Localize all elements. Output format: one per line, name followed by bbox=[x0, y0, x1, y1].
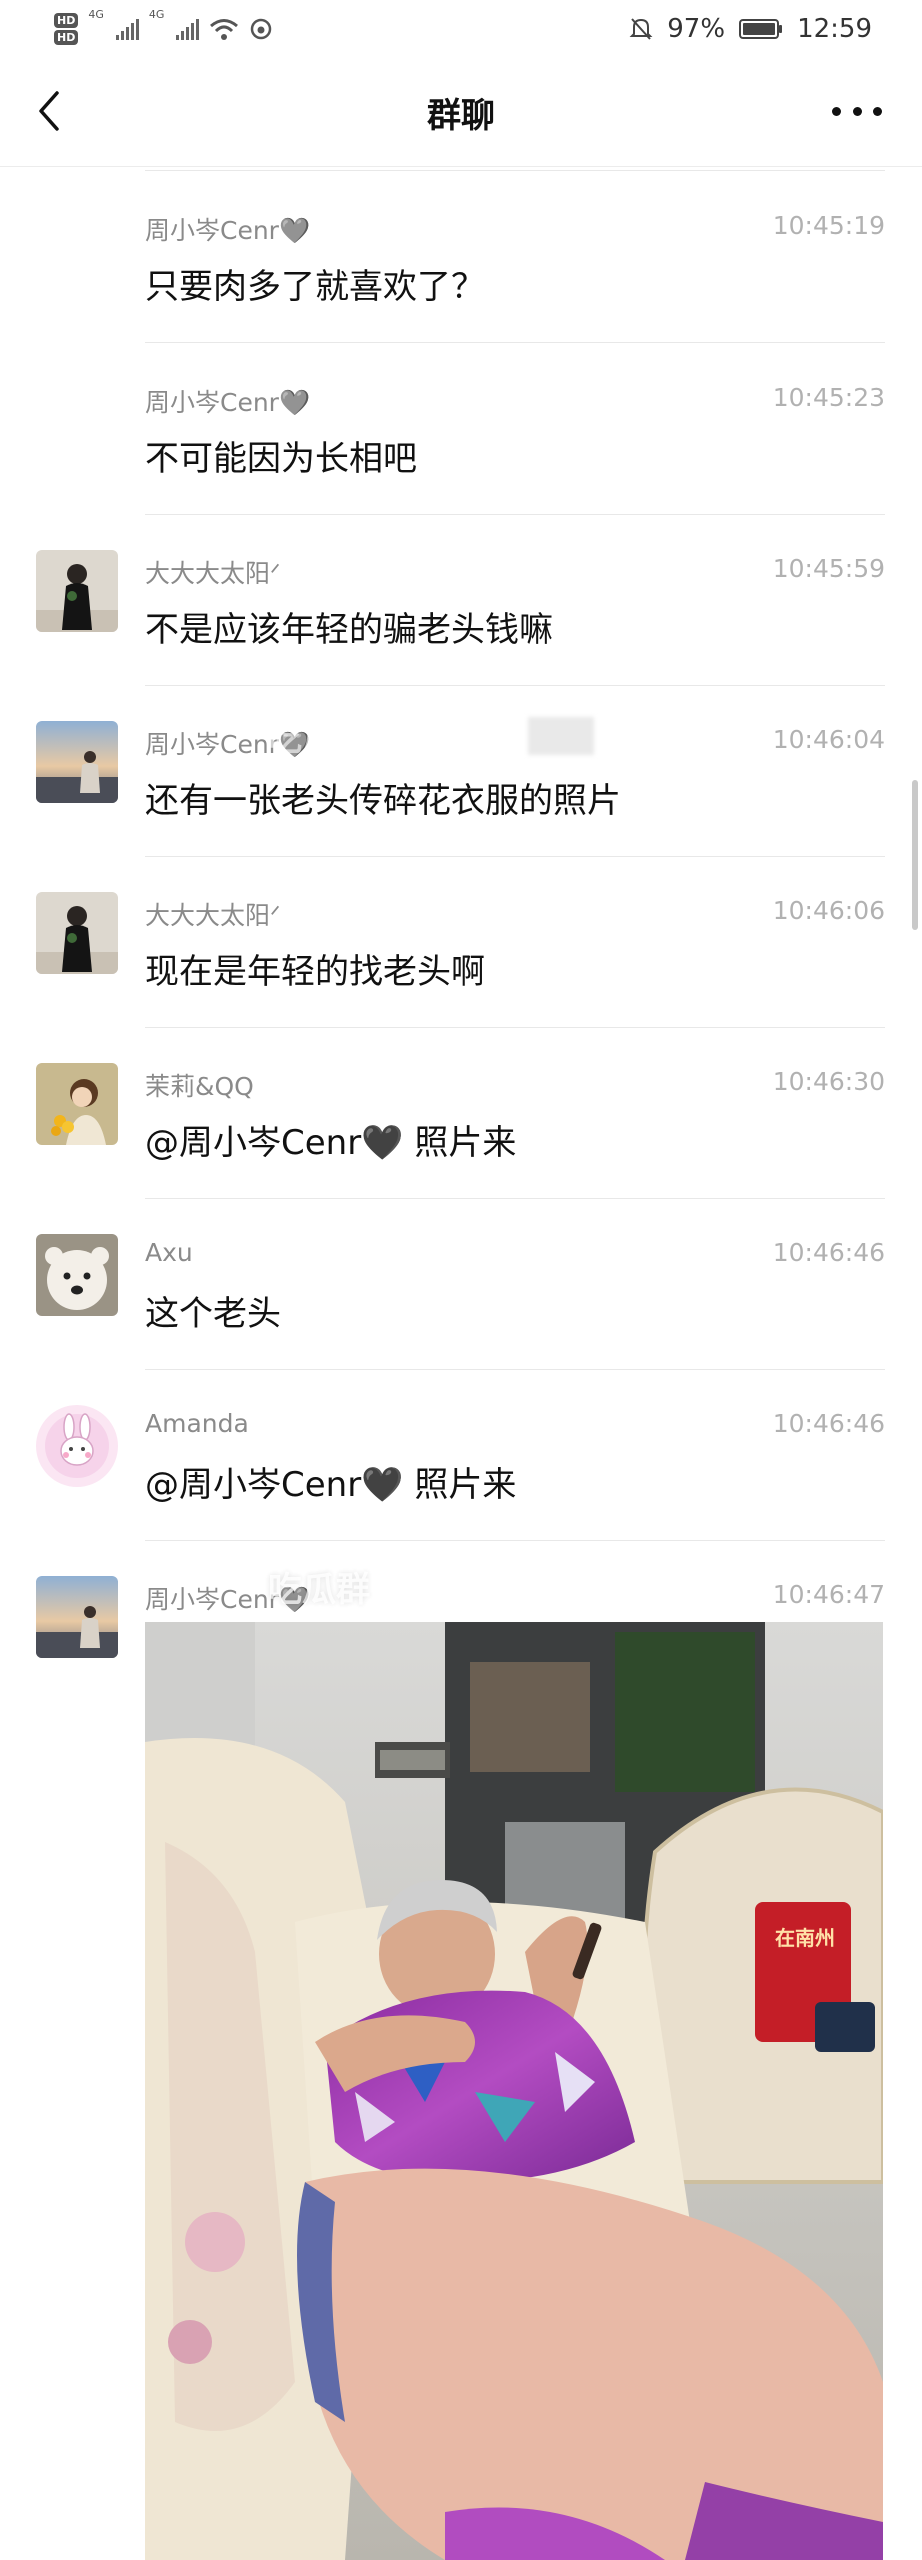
avatar-woman-black-dress bbox=[36, 550, 118, 632]
network-label-2: 4G bbox=[148, 8, 165, 21]
message-text: 现在是年轻的找老头啊 bbox=[145, 952, 485, 992]
avatar[interactable] bbox=[36, 721, 118, 803]
status-bar: HD HD 4G 4G 97% 12:59 bbox=[0, 0, 922, 56]
message-item[interactable]: 周小岑Cenr🩶 吃瓜 10:46:04 还有一张老头传碎花衣服的照片 bbox=[0, 685, 922, 857]
message-time: 10:46:30 bbox=[772, 1067, 885, 1096]
message-item[interactable]: 大大大太阳ᐟ 10:45:59 不是应该年轻的骗老头钱嘛 bbox=[0, 514, 922, 686]
dot bbox=[852, 106, 862, 116]
chat-photo[interactable]: 在南州 bbox=[145, 1622, 883, 2560]
network-label-1: 4G bbox=[88, 8, 104, 21]
sender-name[interactable]: 大大大太阳ᐟ bbox=[145, 554, 281, 590]
message-text: 不是应该年轻的骗老头钱嘛 bbox=[145, 610, 553, 650]
message-item[interactable]: 周小岑Cenr🩶 10:45:23 不可能因为长相吧 bbox=[0, 343, 922, 515]
page-title: 群聊 bbox=[427, 96, 495, 136]
battery-percent: 97% bbox=[667, 14, 726, 44]
avatar-girl-flowers bbox=[36, 1063, 118, 1145]
status-right: 97% 12:59 bbox=[629, 8, 872, 50]
blur-patch bbox=[420, 1570, 620, 1610]
watermark: 吃瓜群 bbox=[268, 1570, 370, 1610]
sender-name: 周小岑Cenr🩶 bbox=[145, 216, 311, 245]
message-time: 10:46:04 bbox=[772, 725, 885, 754]
dot bbox=[873, 106, 882, 116]
battery-icon bbox=[739, 19, 783, 39]
message-item[interactable]: 茉莉&QQ 10:46:30 @周小岑Cenr🖤 照片来 bbox=[0, 1027, 922, 1199]
message-text: 这个老头 bbox=[145, 1294, 281, 1334]
avatar[interactable] bbox=[36, 1063, 118, 1145]
message-item[interactable]: 周小岑Cenr🩶 10:45:19 只要肉多了就喜欢了？ bbox=[0, 171, 922, 343]
watermark: 吃瓜 bbox=[268, 719, 336, 759]
chat-screen: HD HD 4G 4G 97% 12:59 群聊 周小岑Cenr🩶 10:45:… bbox=[0, 0, 922, 2560]
wifi-icon bbox=[210, 19, 239, 40]
more-button[interactable] bbox=[832, 98, 882, 124]
avatar-woman-black-dress bbox=[36, 892, 118, 974]
avatar-white-dog bbox=[36, 1234, 118, 1316]
message-time: 10:45:59 bbox=[772, 554, 885, 583]
avatar[interactable] bbox=[36, 1405, 118, 1487]
avatar-sunset-woman bbox=[36, 721, 118, 803]
hd-badge-2: HD bbox=[54, 30, 79, 45]
avatar[interactable] bbox=[36, 550, 118, 632]
sender-name[interactable]: Amanda bbox=[145, 1409, 249, 1438]
message-text: 还有一张老头传碎花衣服的照片 bbox=[145, 781, 621, 821]
message-item[interactable]: Axu 10:46:46 这个老头 bbox=[0, 1198, 922, 1370]
avatar-pink-bunny bbox=[36, 1405, 118, 1487]
message-text: 不可能因为长相吧 bbox=[145, 439, 417, 479]
message-text: @周小岑Cenr🖤 照片来 bbox=[145, 1465, 517, 1505]
clock: 12:59 bbox=[797, 14, 872, 44]
sender-name[interactable]: 茉莉&QQ bbox=[145, 1067, 254, 1103]
message-time: 10:45:23 bbox=[772, 383, 885, 412]
sender-name[interactable]: Axu bbox=[145, 1238, 193, 1267]
message-time: 10:46:46 bbox=[772, 1409, 885, 1438]
scrollbar[interactable] bbox=[912, 780, 918, 930]
sender-name: 周小岑Cenr🩶 bbox=[145, 388, 311, 417]
sender-name[interactable]: 大大大太阳ᐟ bbox=[145, 896, 281, 932]
message-item[interactable]: Amanda 10:46:46 @周小岑Cenr🖤 照片来 bbox=[0, 1369, 922, 1541]
avatar[interactable] bbox=[36, 1234, 118, 1316]
message-text: @周小岑Cenr🖤 照片来 bbox=[145, 1123, 517, 1163]
signal-icon bbox=[115, 18, 139, 40]
hd-icons: HD HD bbox=[54, 13, 79, 45]
bag-print-text: 在南州 bbox=[775, 1926, 835, 1950]
hotspot-icon bbox=[251, 18, 272, 40]
message-text: 只要肉多了就喜欢了？ bbox=[145, 267, 485, 307]
message-time: 10:46:06 bbox=[772, 896, 885, 925]
nav-bar: 群聊 bbox=[0, 56, 922, 167]
blur-patch bbox=[528, 717, 594, 755]
status-left: HD HD 4G 4G bbox=[54, 8, 273, 50]
photo-old-man-on-sofa bbox=[145, 1622, 883, 2560]
avatar[interactable] bbox=[36, 892, 118, 974]
message-time: 10:46:47 bbox=[772, 1580, 885, 1609]
signal-icon bbox=[176, 18, 200, 40]
message-item[interactable]: 大大大太阳ᐟ 10:46:06 现在是年轻的找老头啊 bbox=[0, 856, 922, 1028]
avatar-sunset-woman bbox=[36, 1576, 118, 1658]
hd-badge-1: HD bbox=[54, 13, 79, 28]
mute-icon bbox=[629, 18, 653, 40]
avatar[interactable] bbox=[36, 1576, 118, 1658]
message-time: 10:46:46 bbox=[772, 1238, 885, 1267]
dot bbox=[832, 106, 841, 116]
message-time: 10:45:19 bbox=[772, 211, 885, 240]
